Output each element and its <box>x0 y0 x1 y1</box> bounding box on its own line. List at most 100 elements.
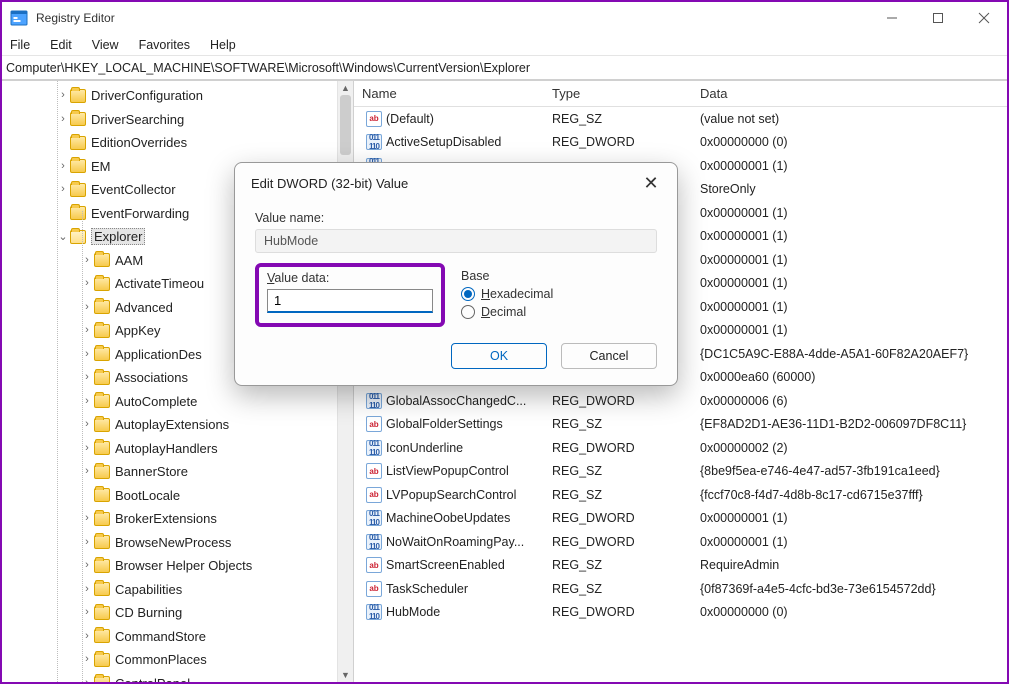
menu-edit[interactable]: Edit <box>50 38 72 52</box>
title-bar: Registry Editor <box>2 2 1007 34</box>
chevron-right-icon[interactable]: › <box>80 253 94 267</box>
chevron-down-icon[interactable]: ⌄ <box>56 229 70 243</box>
menu-view[interactable]: View <box>92 38 119 52</box>
col-data[interactable]: Data <box>692 86 1007 101</box>
radio-decimal[interactable]: Decimal <box>461 305 553 319</box>
scroll-thumb[interactable] <box>340 95 351 155</box>
folder-icon <box>94 347 110 361</box>
tree-item[interactable]: › CD Burning <box>2 601 353 625</box>
tree-item[interactable]: › BrokerExtensions <box>2 507 353 531</box>
tree-item[interactable]: › CommandStore <box>2 625 353 649</box>
tree-item[interactable]: › AutoplayHandlers <box>2 437 353 461</box>
folder-icon <box>94 488 110 502</box>
value-type: REG_DWORD <box>544 441 692 455</box>
cancel-button[interactable]: Cancel <box>561 343 657 369</box>
value-data-label: Value data: <box>267 271 433 285</box>
value-name: NoWaitOnRoamingPay... <box>386 535 524 549</box>
chevron-right-icon[interactable]: › <box>56 112 70 126</box>
list-row[interactable]: 011110MachineOobeUpdates REG_DWORD 0x000… <box>354 507 1007 531</box>
ok-button[interactable]: OK <box>451 343 547 369</box>
tree-item-label: ControlPanel <box>115 676 190 682</box>
dialog-close-button[interactable]: ✕ <box>637 169 665 197</box>
list-row[interactable]: abTaskScheduler REG_SZ {0f87369f-a4e5-4c… <box>354 577 1007 601</box>
value-data: 0x00000000 (0) <box>692 135 1007 149</box>
folder-icon <box>94 559 110 573</box>
tree-item[interactable]: › CommonPlaces <box>2 648 353 672</box>
list-row[interactable]: ab(Default) REG_SZ (value not set) <box>354 107 1007 131</box>
list-row[interactable]: abListViewPopupControl REG_SZ {8be9f5ea-… <box>354 460 1007 484</box>
col-name[interactable]: Name <box>354 86 544 101</box>
string-value-icon: ab <box>366 111 382 127</box>
list-row[interactable]: 011110NoWaitOnRoamingPay... REG_DWORD 0x… <box>354 530 1007 554</box>
list-row[interactable]: 011110GlobalAssocChangedC... REG_DWORD 0… <box>354 389 1007 413</box>
value-data-input[interactable] <box>267 289 433 313</box>
edit-dword-dialog: Edit DWORD (32-bit) Value ✕ Value name: … <box>234 162 678 386</box>
tree-item[interactable]: EditionOverrides <box>2 131 353 155</box>
chevron-right-icon[interactable]: › <box>56 88 70 102</box>
chevron-right-icon[interactable]: › <box>80 652 94 666</box>
value-data: 0x00000001 (1) <box>692 206 1007 220</box>
list-row[interactable]: abGlobalFolderSettings REG_SZ {EF8AD2D1-… <box>354 413 1007 437</box>
chevron-right-icon[interactable]: › <box>80 582 94 596</box>
tree-item[interactable]: › AutoplayExtensions <box>2 413 353 437</box>
chevron-right-icon[interactable]: › <box>80 464 94 478</box>
list-row[interactable]: abSmartScreenEnabled REG_SZ RequireAdmin <box>354 554 1007 578</box>
tree-item[interactable]: › BrowseNewProcess <box>2 531 353 555</box>
tree-item[interactable]: BootLocale <box>2 484 353 508</box>
chevron-right-icon[interactable]: › <box>80 441 94 455</box>
close-button[interactable] <box>961 2 1007 34</box>
value-data: 0x00000002 (2) <box>692 441 1007 455</box>
tree-item-label: DriverConfiguration <box>91 88 203 103</box>
value-name: GlobalAssocChangedC... <box>386 394 526 408</box>
value-type: REG_DWORD <box>544 394 692 408</box>
menu-help[interactable]: Help <box>210 38 236 52</box>
menu-bar: File Edit View Favorites Help <box>2 34 1007 56</box>
menu-favorites[interactable]: Favorites <box>139 38 190 52</box>
radio-hexadecimal[interactable]: Hexadecimal <box>461 287 553 301</box>
tree-item-label: AppKey <box>115 323 161 338</box>
tree-item[interactable]: › Capabilities <box>2 578 353 602</box>
tree-item-label: AutoplayHandlers <box>115 441 218 456</box>
maximize-button[interactable] <box>915 2 961 34</box>
chevron-right-icon[interactable]: › <box>80 300 94 314</box>
value-data: 0x0000ea60 (60000) <box>692 370 1007 384</box>
tree-item[interactable]: › AutoComplete <box>2 390 353 414</box>
scroll-down-icon[interactable]: ▼ <box>338 668 353 682</box>
tree-item[interactable]: › DriverSearching <box>2 108 353 132</box>
chevron-right-icon[interactable]: › <box>80 394 94 408</box>
chevron-right-icon[interactable]: › <box>80 417 94 431</box>
tree-item-label: AutoComplete <box>115 394 197 409</box>
tree-item-label: AutoplayExtensions <box>115 417 229 432</box>
chevron-right-icon[interactable]: › <box>80 676 94 683</box>
chevron-right-icon[interactable]: › <box>56 159 70 173</box>
chevron-right-icon[interactable]: › <box>80 511 94 525</box>
chevron-right-icon[interactable]: › <box>80 347 94 361</box>
tree-item[interactable]: › Browser Helper Objects <box>2 554 353 578</box>
scroll-up-icon[interactable]: ▲ <box>338 81 353 95</box>
chevron-right-icon[interactable]: › <box>56 182 70 196</box>
address-bar[interactable]: Computer\HKEY_LOCAL_MACHINE\SOFTWARE\Mic… <box>2 56 1007 80</box>
tree-item[interactable]: › ControlPanel <box>2 672 353 683</box>
dialog-title: Edit DWORD (32-bit) Value <box>251 176 408 191</box>
tree-item[interactable]: › DriverConfiguration <box>2 84 353 108</box>
list-row[interactable]: abLVPopupSearchControl REG_SZ {fccf70c8-… <box>354 483 1007 507</box>
col-type[interactable]: Type <box>544 86 692 101</box>
list-row[interactable]: 011110ActiveSetupDisabled REG_DWORD 0x00… <box>354 131 1007 155</box>
minimize-button[interactable] <box>869 2 915 34</box>
tree-item-label: EditionOverrides <box>91 135 187 150</box>
chevron-right-icon[interactable]: › <box>80 370 94 384</box>
chevron-right-icon[interactable]: › <box>80 323 94 337</box>
value-type: REG_DWORD <box>544 605 692 619</box>
dword-value-icon: 011110 <box>366 510 382 526</box>
chevron-right-icon[interactable]: › <box>80 629 94 643</box>
menu-file[interactable]: File <box>10 38 30 52</box>
chevron-right-icon[interactable]: › <box>80 535 94 549</box>
list-row[interactable]: 011110HubMode REG_DWORD 0x00000000 (0) <box>354 601 1007 625</box>
list-row[interactable]: 011110IconUnderline REG_DWORD 0x00000002… <box>354 436 1007 460</box>
chevron-right-icon[interactable]: › <box>80 558 94 572</box>
chevron-right-icon[interactable]: › <box>80 276 94 290</box>
tree-item[interactable]: › BannerStore <box>2 460 353 484</box>
chevron-right-icon[interactable]: › <box>80 605 94 619</box>
value-data: {EF8AD2D1-AE36-11D1-B2D2-006097DF8C11} <box>692 417 1007 431</box>
value-data: {8be9f5ea-e746-4e47-ad57-3fb191ca1eed} <box>692 464 1007 478</box>
